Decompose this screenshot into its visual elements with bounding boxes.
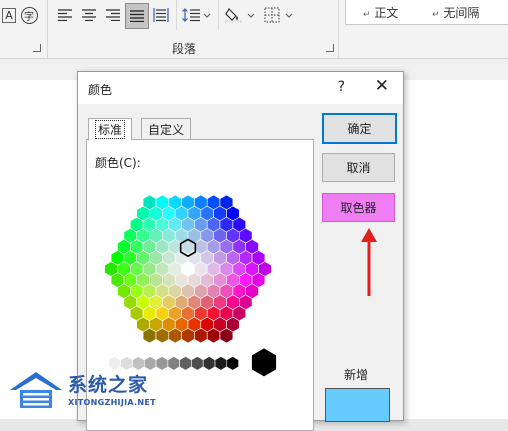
color-picker-button-label: 取色器 <box>340 201 377 215</box>
gray-hexagon[interactable] <box>202 356 216 371</box>
gray-hexagon[interactable] <box>132 356 145 371</box>
char-border-button[interactable]: A <box>0 4 18 26</box>
align-left-icon[interactable] <box>54 4 76 26</box>
font-dialog-launcher-icon[interactable] <box>33 44 41 52</box>
gray-hexagon[interactable] <box>214 356 228 371</box>
gray-hexagon[interactable] <box>191 356 204 371</box>
gray-hexagon[interactable] <box>226 356 239 371</box>
tab-custom-label: 自定义 <box>148 122 185 137</box>
gray-hexagon[interactable] <box>96 356 110 371</box>
color-picker-button[interactable]: 取色器 <box>322 193 395 222</box>
cancel-button-label: 取消 <box>346 161 371 175</box>
enclose-char-button[interactable]: 字 <box>18 4 40 26</box>
close-icon[interactable]: ✕ <box>375 76 389 96</box>
style-no-spacing[interactable]: ↵ 无间隔 <box>432 4 479 21</box>
justify-icon[interactable] <box>125 3 149 29</box>
gray-hexagon[interactable] <box>179 356 192 371</box>
styles-gallery: ↵ 正文 ↵ 无间隔 <box>345 0 508 25</box>
tab-standard[interactable]: 标准 <box>88 118 133 141</box>
gray-hexagon[interactable] <box>108 356 122 371</box>
gray-hexagon[interactable] <box>143 356 157 371</box>
cancel-button[interactable]: 取消 <box>322 153 395 182</box>
watermark-url: XITONGZHIJIA.NET <box>68 398 156 407</box>
watermark-name: 系统之家 <box>68 374 149 396</box>
paragraph-mark-icon: ↵ <box>363 10 371 20</box>
color-dialog: 颜色 ? ✕ 标准 自定义 颜色(C): 确定 取消 取色器 新增 <box>77 71 404 431</box>
gray-hexagon[interactable] <box>155 356 169 371</box>
ribbon: A 字 段落 ↵ 正文 ↵ 无间隔 <box>0 0 508 59</box>
style-normal[interactable]: ↵ 正文 <box>363 4 398 21</box>
char-border-glyph: A <box>2 7 16 23</box>
new-color-swatch <box>325 388 390 422</box>
colors-label: 颜色(C): <box>95 156 141 170</box>
ok-button[interactable]: 确定 <box>322 113 397 144</box>
black-white-hexagon[interactable] <box>251 348 277 377</box>
align-center-icon[interactable] <box>78 4 100 26</box>
tab-standard-label: 标准 <box>95 120 126 139</box>
line-spacing-icon[interactable] <box>180 4 214 26</box>
red-arrow-icon <box>361 228 377 296</box>
style-no-spacing-label: 无间隔 <box>443 6 480 20</box>
distributed-align-icon[interactable] <box>150 4 172 26</box>
style-normal-label: 正文 <box>374 6 399 20</box>
borders-icon[interactable] <box>263 4 297 26</box>
dialog-titlebar[interactable]: 颜色 ? ✕ <box>78 72 403 104</box>
gray-hexagon[interactable] <box>120 356 133 371</box>
paragraph-dialog-launcher-icon[interactable] <box>326 44 334 52</box>
gray-hexagon[interactable] <box>167 356 180 371</box>
ok-button-label: 确定 <box>347 122 372 136</box>
paragraph-group-label: 段落 <box>172 42 197 56</box>
dialog-title: 颜色 <box>88 83 113 97</box>
paragraph-mark-icon: ↵ <box>432 10 440 20</box>
tab-custom[interactable]: 自定义 <box>141 118 192 140</box>
house-logo-icon <box>10 372 62 408</box>
shading-icon[interactable] <box>224 4 258 26</box>
new-color-label: 新增 <box>344 368 369 382</box>
align-right-icon[interactable] <box>102 4 124 26</box>
site-watermark: 系统之家 XITONGZHIJIA.NET <box>10 370 160 414</box>
help-button[interactable]: ? <box>338 79 345 95</box>
enclose-char-glyph: 字 <box>20 6 38 24</box>
